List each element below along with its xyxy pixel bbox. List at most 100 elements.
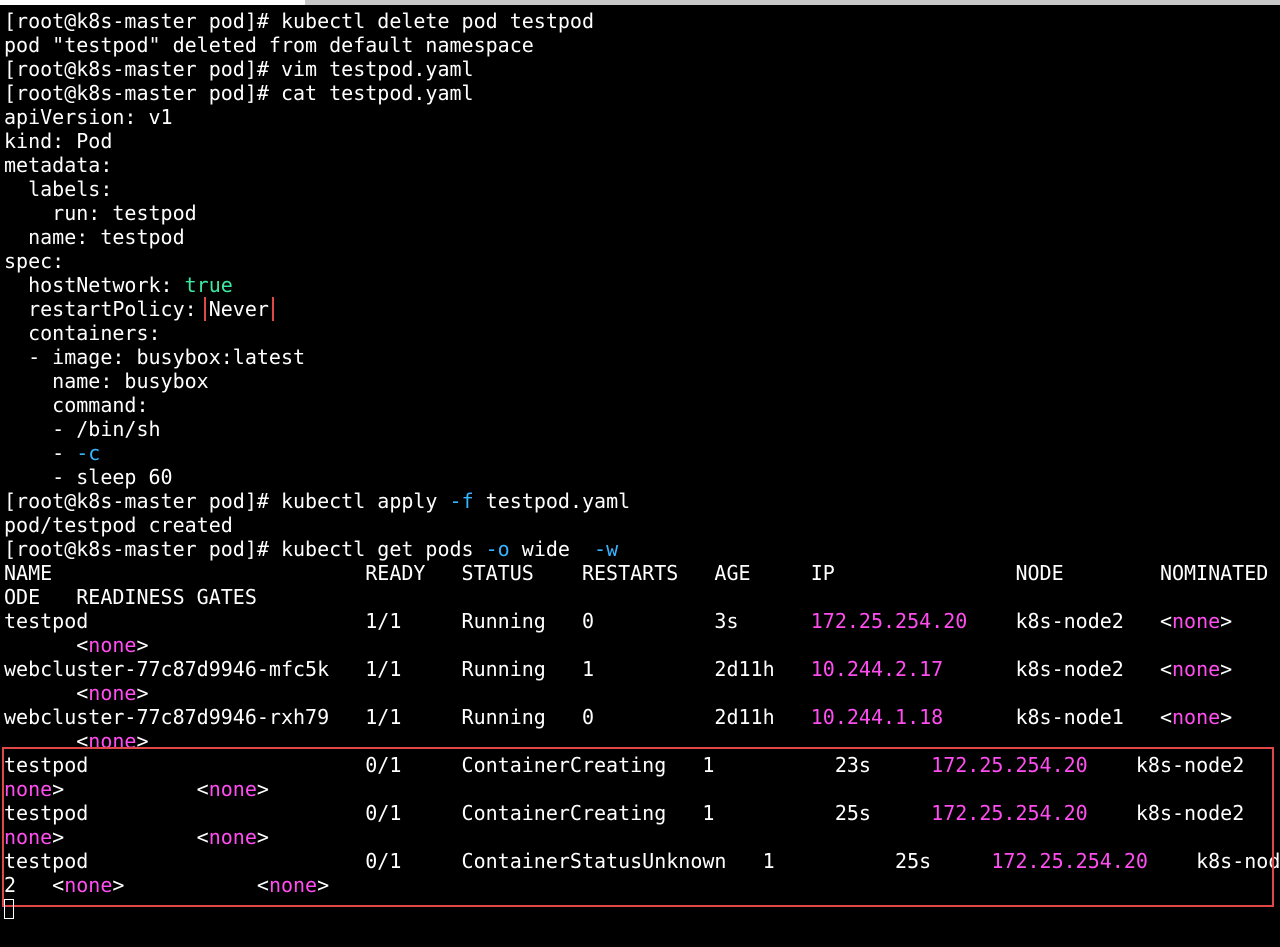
terminal-line: apiVersion: v1 [4,105,1280,129]
line-segment: hostNetwork: [4,273,185,297]
line-segment: [root@k8s-master pod]# kubectl apply [4,489,450,513]
line-segment: labels: [4,177,113,201]
terminal-line: name: testpod [4,225,1280,249]
terminal-line: restartPolicy: Never [4,297,1280,321]
line-segment: k8s-node2 < [1087,801,1280,825]
terminal-line: <none> [4,681,1280,705]
line-segment: -f [449,489,474,513]
line-segment: pod "testpod" deleted from default names… [4,33,534,57]
terminal-line: testpod 0/1 ContainerStatusUnknown 1 25s… [4,849,1280,873]
line-segment: none [4,777,53,801]
terminal-line: NAME READY STATUS RESTARTS AGE IP NODE N… [4,561,1280,585]
terminal-line: none> <none> [4,777,1280,801]
line-segment: none [208,777,257,801]
line-segment: > [1220,705,1233,729]
line-segment: k8s-node2 < [967,609,1172,633]
line-segment: pod/testpod created [4,513,233,537]
line-segment: > [256,825,269,849]
highlighted-value: Never [203,297,274,321]
line-segment: > [1220,657,1233,681]
terminal-line: <none> [4,633,1280,657]
line-segment: restartPolicy: [4,297,209,321]
line-segment: k8s-node [1147,849,1280,873]
line-segment: none [1171,657,1221,681]
line-segment: [root@k8s-master pod]# kubectl delete po… [4,9,595,33]
line-segment: > [136,729,149,753]
line-segment: NAME READY STATUS RESTARTS AGE IP NODE N… [4,561,1280,585]
line-segment: < [4,729,89,753]
line-segment: - sleep 60 [4,465,173,489]
terminal-line: labels: [4,177,1280,201]
line-segment: testpod 0/1 ContainerCreating 1 23s [4,753,932,777]
terminal-line: - sleep 60 [4,465,1280,489]
terminal-line: kind: Pod [4,129,1280,153]
line-segment: -o [485,537,510,561]
line-segment: none [88,681,137,705]
line-segment: kind: Pod [4,129,113,153]
line-segment: 172.25.254.20 [931,801,1088,825]
line-segment: 10.244.2.17 [810,657,944,681]
line-segment: metadata: [4,153,113,177]
terminal-line: 2 <none> <none> [4,873,1280,897]
line-segment: 172.25.254.20 [810,609,968,633]
terminal-line: - /bin/sh [4,417,1280,441]
line-segment: none [268,873,318,897]
line-segment: none [64,873,113,897]
active-tab[interactable] [0,0,305,5]
terminal-line: [root@k8s-master pod]# kubectl apply -f … [4,489,1280,513]
terminal-line: testpod 1/1 Running 0 3s 172.25.254.20 k… [4,609,1280,633]
line-segment: k8s-node2 < [1087,753,1280,777]
line-segment: name: testpod [4,225,185,249]
line-segment: - image: busybox:latest [4,345,306,369]
terminal-line: ODE READINESS GATES [4,585,1280,609]
tab-strip [0,0,1280,5]
line-segment: > [317,873,330,897]
line-segment: none [1172,609,1221,633]
line-segment: true [184,273,233,297]
line-segment: > < [112,873,269,897]
terminal-line: pod "testpod" deleted from default names… [4,33,1280,57]
line-segment: > [136,681,149,705]
line-segment: [root@k8s-master pod]# cat testpod.yaml [4,81,474,105]
line-segment: < [4,681,89,705]
terminal-line: - image: busybox:latest [4,345,1280,369]
line-segment: > [1220,609,1233,633]
line-segment: none [4,825,53,849]
cursor-block [4,899,14,919]
line-segment: name: busybox [4,369,209,393]
line-segment: k8s-node1 < [943,705,1172,729]
line-segment: wide [509,537,595,561]
terminal-line: containers: [4,321,1280,345]
line-segment: k8s-node2 < [943,657,1172,681]
line-segment: 172.25.254.20 [931,753,1088,777]
terminal-window[interactable]: [root@k8s-master pod]# kubectl delete po… [0,0,1280,947]
line-segment: 2 < [4,873,65,897]
terminal-line: [root@k8s-master pod]# vim testpod.yaml [4,57,1280,81]
line-segment: > [256,777,269,801]
line-segment: > [136,633,149,657]
terminal-line: webcluster-77c87d9946-mfc5k 1/1 Running … [4,657,1280,681]
line-segment: < [4,633,89,657]
line-segment: none [1171,705,1221,729]
line-segment: testpod.yaml [473,489,631,513]
terminal-line: command: [4,393,1280,417]
line-segment: - /bin/sh [4,417,161,441]
line-segment: run: testpod [4,201,197,225]
terminal-line: <none> [4,729,1280,753]
line-segment: none [88,633,137,657]
line-segment: apiVersion: v1 [4,105,173,129]
line-segment: > < [52,825,209,849]
line-segment: - [4,441,77,465]
line-segment: spec: [4,249,65,273]
terminal-line: name: busybox [4,369,1280,393]
line-segment: [root@k8s-master pod]# vim testpod.yaml [4,57,474,81]
terminal-line: - -c [4,441,1280,465]
line-segment: testpod 0/1 ContainerCreating 1 25s [4,801,932,825]
line-segment: testpod 0/1 ContainerStatusUnknown 1 25s [4,849,992,873]
line-segment: containers: [4,321,161,345]
terminal-line: run: testpod [4,201,1280,225]
terminal-line: metadata: [4,153,1280,177]
line-segment: command: [4,393,149,417]
line-segment: > < [52,777,209,801]
line-segment: webcluster-77c87d9946-rxh79 1/1 Running … [4,705,811,729]
